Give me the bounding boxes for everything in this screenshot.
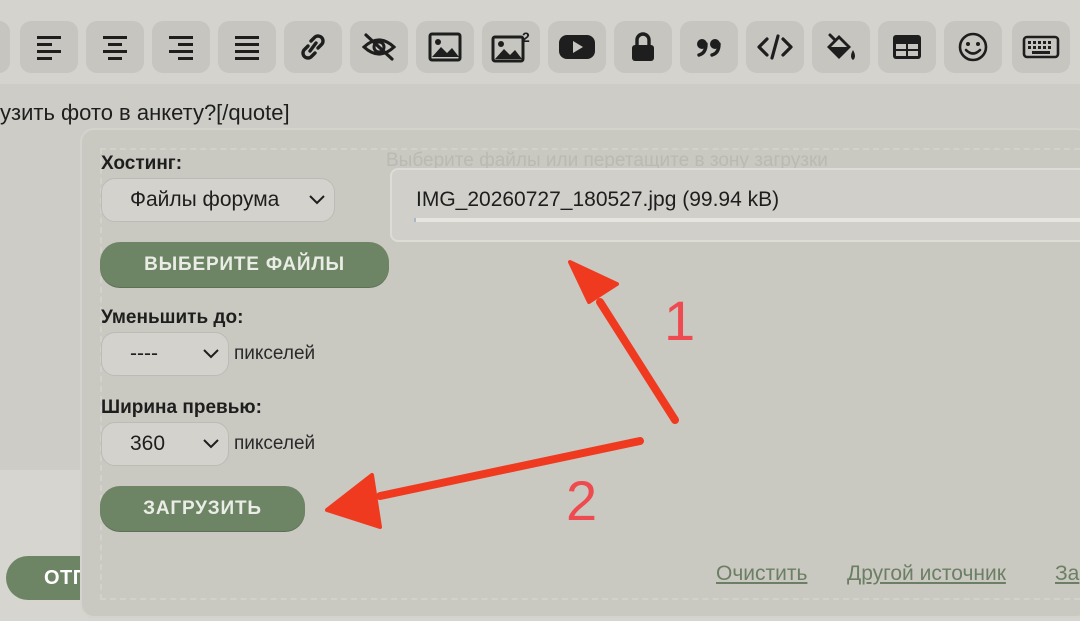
hide-button[interactable] (350, 21, 408, 73)
file-name: IMG_20260727_180527.jpg (99.94 kB) (416, 188, 780, 211)
image-2-button[interactable]: 2 (482, 21, 540, 73)
paint-bucket-icon (827, 33, 855, 60)
align-justify-icon (235, 36, 259, 60)
upload-button[interactable]: ЗАГРУЗИТЬ (100, 486, 305, 531)
footer-link-partial[interactable]: За (1055, 562, 1079, 586)
preview-label: Ширина превью: (101, 397, 262, 418)
editor-text: узить фото в анкету?[/quote] (0, 100, 290, 125)
hosting-select[interactable]: Файлы форума (101, 178, 335, 222)
preview-select-value: 360 (130, 432, 166, 455)
keyboard-icon (1022, 35, 1060, 59)
link-button[interactable] (284, 21, 342, 73)
preview-unit: пикселей (234, 433, 316, 454)
smiley-icon (958, 32, 988, 62)
emoji-button[interactable] (944, 21, 1002, 73)
quote-button[interactable] (680, 21, 738, 73)
lock-icon (632, 32, 654, 61)
align-right-button[interactable] (152, 21, 210, 73)
hide-eye-icon (361, 33, 397, 61)
link-icon (301, 34, 325, 60)
video-button[interactable] (548, 21, 606, 73)
color-button[interactable] (812, 21, 870, 73)
chevron-down-icon (203, 439, 219, 449)
hosting-label: Хостинг: (101, 153, 183, 174)
keyboard-button[interactable] (1012, 21, 1070, 73)
table-button[interactable] (878, 21, 936, 73)
lock-button[interactable] (614, 21, 672, 73)
upload-progress-fill (414, 218, 417, 222)
code-button[interactable] (746, 21, 804, 73)
choose-files-button[interactable]: ВЫБЕРИТЕ ФАЙЛЫ (100, 242, 389, 287)
reduce-select[interactable]: ---- (101, 332, 229, 376)
quote-icon (697, 39, 721, 57)
chevron-down-icon (203, 349, 219, 359)
clear-link[interactable]: Очистить (716, 562, 807, 586)
align-left-button[interactable] (20, 21, 78, 73)
hosting-select-value: Файлы форума (130, 188, 280, 211)
image-button[interactable] (416, 21, 474, 73)
file-item: IMG_20260727_180527.jpg (99.94 kB) (390, 168, 1080, 242)
chevron-down-icon (309, 195, 325, 205)
annotation-number-1: 1 (664, 289, 696, 352)
editor-toolbar: 2 (0, 0, 1080, 85)
reduce-select-value: ---- (130, 342, 158, 365)
other-source-link[interactable]: Другой источник (847, 562, 1006, 586)
align-center-button[interactable] (86, 21, 144, 73)
align-center-icon (103, 36, 127, 60)
align-left-icon (37, 36, 61, 60)
image-icon (428, 32, 462, 62)
upload-progress (414, 218, 1080, 222)
image-2-superscript: 2 (522, 29, 530, 45)
table-icon (893, 35, 921, 59)
align-right-icon (169, 36, 193, 60)
preview-select[interactable]: 360 (101, 422, 229, 466)
annotation-number-2: 2 (566, 469, 598, 532)
align-justify-button[interactable] (218, 21, 276, 73)
toolbar-button-partial[interactable] (0, 21, 10, 73)
reduce-unit: пикселей (234, 343, 316, 364)
reduce-label: Уменьшить до: (101, 307, 244, 328)
code-icon (757, 34, 793, 60)
video-icon (559, 35, 595, 59)
